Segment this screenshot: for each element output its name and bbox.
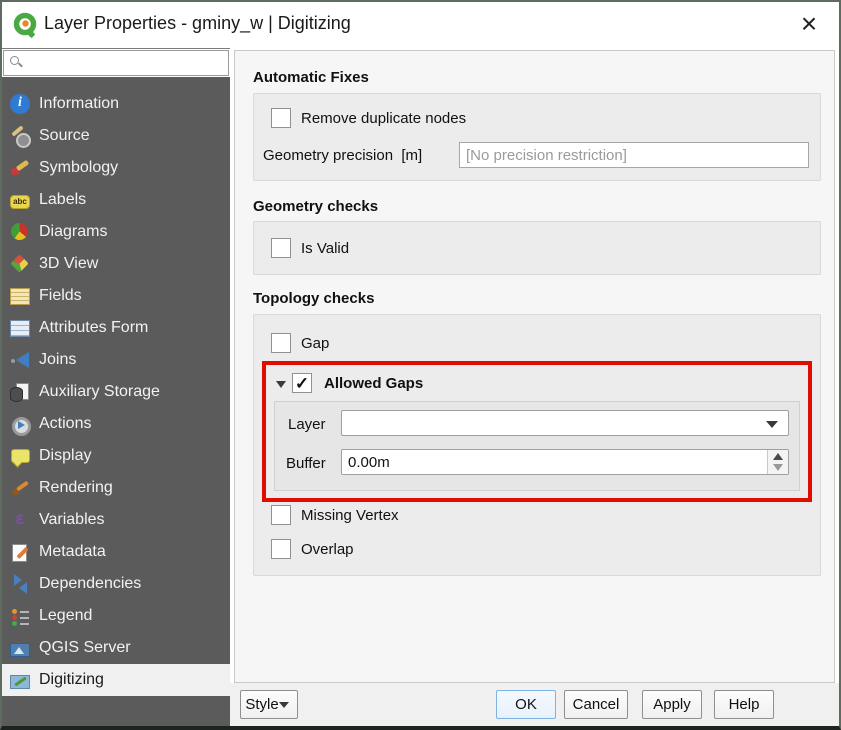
auxiliary-storage-icon <box>10 382 30 402</box>
search-icon <box>10 56 19 65</box>
sidebar-item-labels[interactable]: Labels <box>2 184 230 216</box>
remove-duplicate-nodes-label: Remove duplicate nodes <box>301 110 467 127</box>
source-icon <box>10 126 31 148</box>
search-input[interactable] <box>3 50 229 76</box>
layer-properties-dialog: Layer Properties - gminy_w | Digitizing … <box>0 0 841 730</box>
chevron-down-icon <box>279 702 289 708</box>
sidebar-item-fields[interactable]: Fields <box>2 280 230 312</box>
sidebar-item-joins[interactable]: Joins <box>2 344 230 376</box>
window-title: Layer Properties - gminy_w | Digitizing <box>44 13 351 33</box>
allowed-gaps-label: Allowed Gaps <box>324 375 424 392</box>
digitizing-icon <box>10 674 30 689</box>
style-button[interactable]: Style <box>240 690 298 719</box>
sidebar-item-auxiliary-storage[interactable]: Auxiliary Storage <box>2 376 230 408</box>
collapse-arrow-icon[interactable] <box>276 381 286 388</box>
sidebar-item-symbology[interactable]: Symbology <box>2 152 230 184</box>
sidebar-item-source[interactable]: Source <box>2 120 230 152</box>
rendering-icon <box>10 478 30 498</box>
sidebar-item-dependencies[interactable]: Dependencies <box>2 568 230 600</box>
chevron-down-icon <box>766 421 778 428</box>
dialog-footer: Style OK Cancel Apply Help <box>230 683 839 726</box>
qgis-server-icon <box>10 642 30 657</box>
sidebar-item-rendering[interactable]: Rendering <box>2 472 230 504</box>
spin-up-icon[interactable] <box>768 450 788 462</box>
topology-checks-group: Gap ✓ Allowed Gaps Layer Buffer 0.00m Mi… <box>253 314 821 576</box>
geometry-checks-group: Is Valid <box>253 221 821 275</box>
topology-checks-heading: Topology checks <box>253 290 375 307</box>
sidebar-item-display[interactable]: Display <box>2 440 230 472</box>
overlap-checkbox[interactable] <box>271 539 291 559</box>
sidebar-item-variables[interactable]: Variables <box>2 504 230 536</box>
overlap-label: Overlap <box>301 541 354 558</box>
help-button[interactable]: Help <box>714 690 774 719</box>
title-bar: Layer Properties - gminy_w | Digitizing … <box>2 2 839 48</box>
sidebar-item-attributes-form[interactable]: Attributes Form <box>2 312 230 344</box>
joins-icon <box>10 350 30 370</box>
remove-duplicate-nodes-checkbox[interactable] <box>271 108 291 128</box>
allowed-gaps-subframe: Layer Buffer <box>274 401 800 491</box>
variables-icon <box>10 509 30 530</box>
diagrams-icon <box>10 222 30 242</box>
sidebar-search <box>2 49 230 77</box>
geometry-checks-heading: Geometry checks <box>253 198 379 215</box>
geometry-precision-input[interactable] <box>459 142 809 168</box>
display-icon <box>10 446 30 466</box>
buffer-spinbox <box>341 449 789 475</box>
allowed-gaps-highlight: ✓ Allowed Gaps Layer Buffer <box>262 361 812 502</box>
dependencies-icon <box>10 574 30 594</box>
sidebar-item-qgis-server[interactable]: QGIS Server <box>2 632 230 664</box>
sidebar-item-metadata[interactable]: Metadata <box>2 536 230 568</box>
close-icon[interactable]: × <box>793 6 825 42</box>
buffer-input[interactable] <box>342 450 766 474</box>
metadata-icon <box>10 542 30 562</box>
sidebar-item-diagrams[interactable]: Diagrams <box>2 216 230 248</box>
is-valid-checkbox[interactable] <box>271 238 291 258</box>
sidebar-list: Information Source Symbology Labels Diag… <box>2 88 230 696</box>
buffer-label: Buffer <box>286 455 326 472</box>
check-icon: ✓ <box>294 374 310 393</box>
spin-down-icon[interactable] <box>768 462 788 474</box>
allowed-gaps-checkbox[interactable]: ✓ <box>292 373 312 393</box>
fields-icon <box>10 288 30 305</box>
sidebar-item-3d-view[interactable]: 3D View <box>2 248 230 280</box>
gap-label: Gap <box>301 335 330 352</box>
layer-combobox[interactable] <box>341 410 789 436</box>
cancel-button[interactable]: Cancel <box>564 690 628 719</box>
sidebar-item-actions[interactable]: Actions <box>2 408 230 440</box>
geometry-precision-label: Geometry precision [m] <box>263 147 423 164</box>
automatic-fixes-heading: Automatic Fixes <box>253 69 369 86</box>
symbology-icon <box>10 158 30 178</box>
attributes-form-icon <box>10 320 30 337</box>
sidebar-item-digitizing[interactable]: Digitizing <box>2 664 230 696</box>
missing-vertex-checkbox[interactable] <box>271 505 291 525</box>
qgis-logo-icon <box>13 12 37 38</box>
sidebar-item-legend[interactable]: Legend <box>2 600 230 632</box>
automatic-fixes-group: Remove duplicate nodes Geometry precisio… <box>253 93 821 181</box>
buffer-spin-buttons <box>767 450 788 474</box>
gap-checkbox[interactable] <box>271 333 291 353</box>
is-valid-label: Is Valid <box>301 240 350 257</box>
sidebar-item-information[interactable]: Information <box>2 88 230 120</box>
layer-label: Layer <box>288 416 326 433</box>
legend-icon <box>10 606 30 626</box>
missing-vertex-label: Missing Vertex <box>301 507 399 524</box>
3d-view-icon <box>10 254 30 274</box>
apply-button[interactable]: Apply <box>642 690 702 719</box>
digitizing-panel: Automatic Fixes Remove duplicate nodes G… <box>234 50 835 683</box>
ok-button[interactable]: OK <box>496 690 556 719</box>
sidebar: Information Source Symbology Labels Diag… <box>2 48 230 726</box>
information-icon <box>10 94 30 114</box>
actions-icon <box>10 414 31 436</box>
labels-icon <box>10 194 30 209</box>
